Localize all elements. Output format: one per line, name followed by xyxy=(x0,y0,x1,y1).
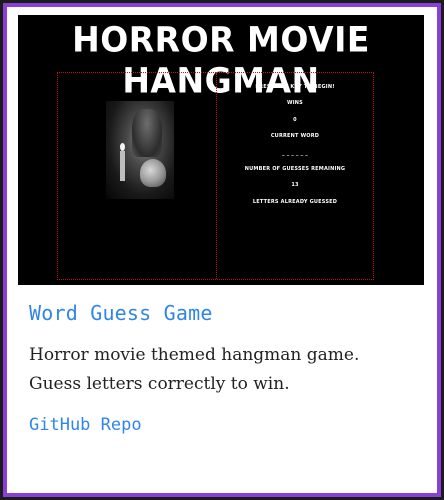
card-frame: HORROR MOVIE HANGMAN PRESS ANY KEY TO BE… xyxy=(0,0,444,500)
game-info-panel: PRESS ANY KEY TO BEGIN! WINS 0 CURRENT W… xyxy=(217,79,373,210)
wins-label: WINS xyxy=(287,100,303,107)
github-repo-link[interactable]: GitHub Repo xyxy=(29,415,142,435)
card-border: HORROR MOVIE HANGMAN PRESS ANY KEY TO BE… xyxy=(3,3,441,497)
guesses-remaining-label: NUMBER OF GUESSES REMAINING xyxy=(244,165,346,172)
start-prompt: PRESS ANY KEY TO BEGIN! xyxy=(255,84,335,90)
card-title: Word Guess Game xyxy=(29,301,213,325)
game-board: PRESS ANY KEY TO BEGIN! WINS 0 CURRENT W… xyxy=(57,72,374,280)
skull-icon xyxy=(140,159,166,187)
card-description: Horror movie themed hangman game. Guess … xyxy=(29,345,360,394)
current-word-value: _ _ _ _ _ _ xyxy=(282,149,308,156)
project-card: HORROR MOVIE HANGMAN PRESS ANY KEY TO BE… xyxy=(7,7,437,493)
letters-guessed-label: LETTERS ALREADY GUESSED xyxy=(252,198,338,205)
candle-icon xyxy=(120,151,125,181)
wins-value: 0 xyxy=(293,116,297,123)
horror-poster-image xyxy=(106,101,174,199)
guesses-remaining-value: 13 xyxy=(291,182,299,189)
project-screenshot: HORROR MOVIE HANGMAN PRESS ANY KEY TO BE… xyxy=(18,15,424,285)
ghost-figure-icon xyxy=(132,109,162,157)
candle-flame-icon xyxy=(120,143,125,151)
current-word-label: CURRENT WORD xyxy=(270,133,320,140)
